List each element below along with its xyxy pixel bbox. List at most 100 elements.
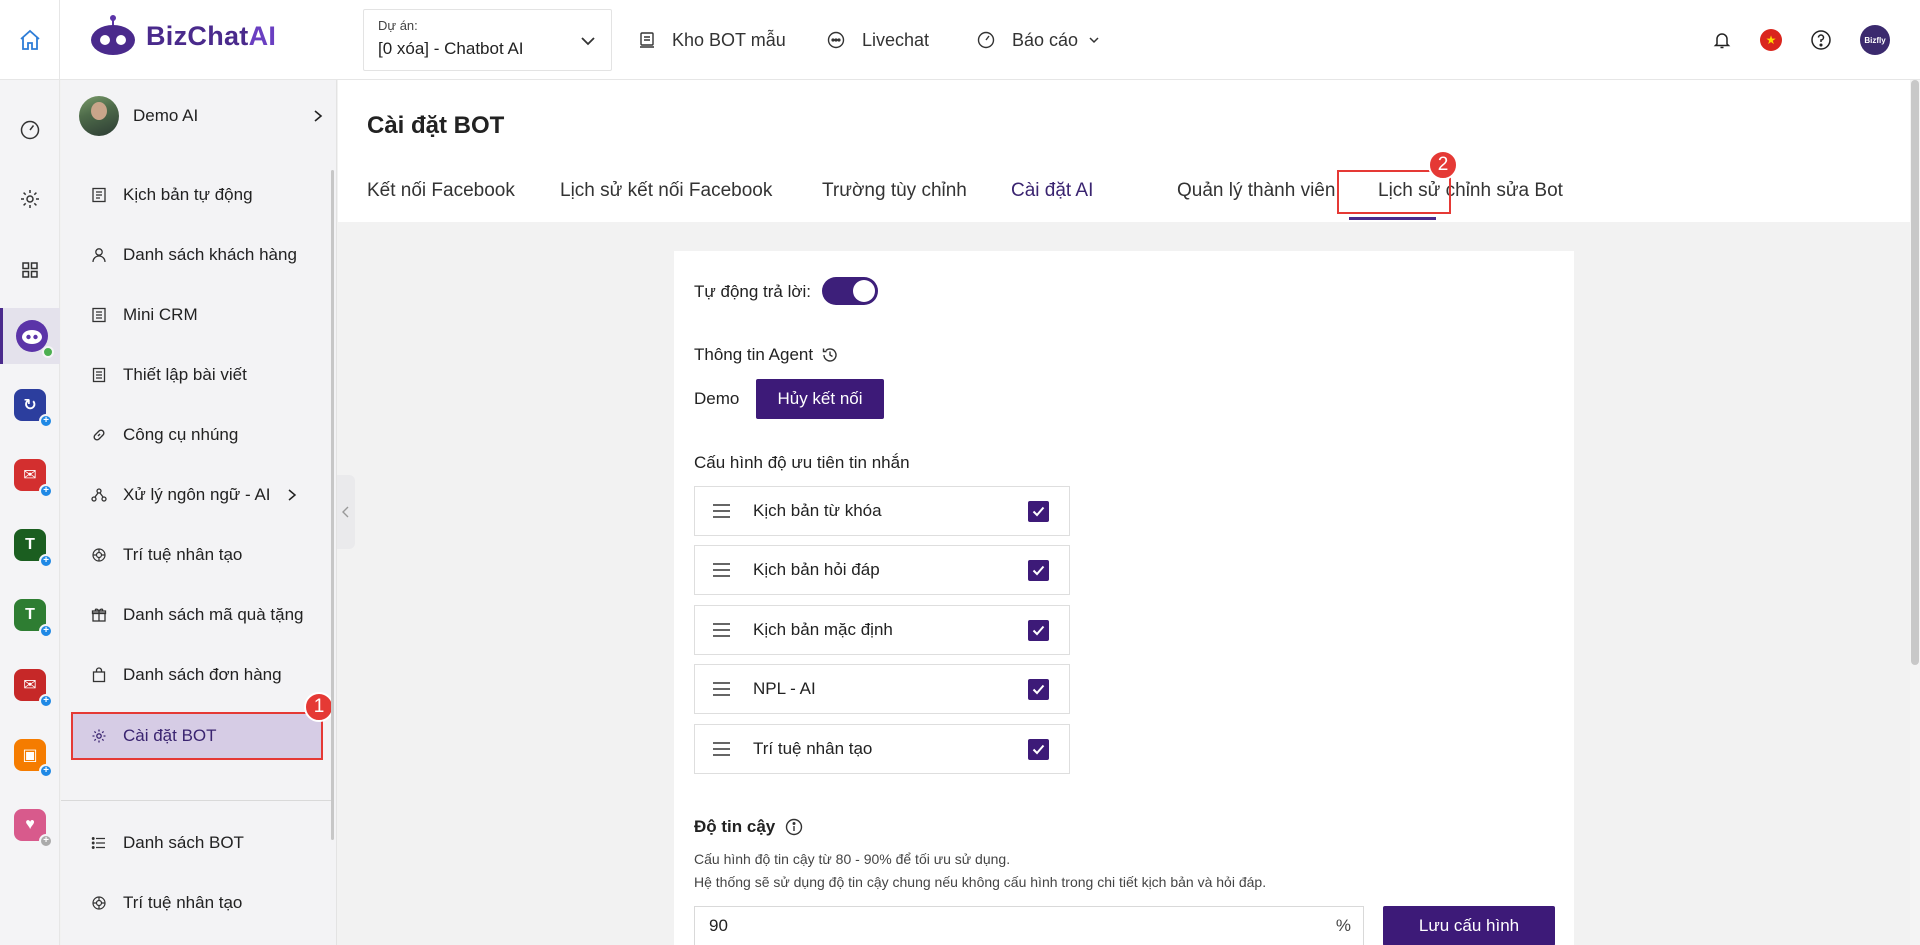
priority-label: Kịch bản từ khóa <box>753 501 882 520</box>
tab-facebook-connect[interactable]: Kết nối Facebook <box>367 180 515 202</box>
sidebar-item-label: Mini CRM <box>123 305 198 324</box>
chevron-down-icon <box>1089 37 1099 44</box>
drag-handle-icon[interactable] <box>713 682 747 696</box>
bizchat-app-icon <box>15 320 54 358</box>
bell-icon[interactable] <box>1712 30 1732 50</box>
sidebar-item-customers[interactable]: Danh sách khách hàng <box>61 231 331 279</box>
sidebar-item-auto-scripts[interactable]: Kịch bản tự động <box>61 171 331 219</box>
priority-checkbox[interactable] <box>1028 559 1049 581</box>
user-avatar <box>79 96 119 136</box>
drag-handle-icon[interactable] <box>713 742 747 756</box>
priority-item[interactable]: Kịch bản từ khóa <box>694 486 1070 536</box>
tab-facebook-history[interactable]: Lịch sử kết nối Facebook <box>560 180 772 202</box>
sidebar-item-ai-bottom[interactable]: Trí tuệ nhân tạo <box>61 879 331 927</box>
rail-app-1[interactable]: ↻ + <box>0 380 60 430</box>
priority-item[interactable]: NPL - AI <box>694 664 1070 714</box>
save-config-button[interactable]: Lưu cấu hình <box>1383 906 1555 945</box>
nav-reports[interactable]: Báo cáo <box>976 0 1100 80</box>
drag-handle-icon[interactable] <box>713 504 747 518</box>
project-value: [0 xóa] - Chatbot AI <box>378 39 524 58</box>
sidebar-item-mini-crm[interactable]: Mini CRM <box>61 291 331 339</box>
drag-handle-icon[interactable] <box>713 563 747 577</box>
checkmark-icon <box>1032 684 1045 694</box>
auto-reply-toggle[interactable] <box>822 277 878 305</box>
sidebar-item-ai[interactable]: Trí tuệ nhân tạo <box>61 531 331 579</box>
checkmark-icon <box>1032 744 1045 754</box>
agent-info-title: Thông tin Agent <box>694 345 814 364</box>
sidebar-item-label: Danh sách BOT <box>123 833 244 852</box>
scrollbar-thumb[interactable] <box>1911 80 1919 665</box>
project-selector[interactable]: Dự án: [0 xóa] - Chatbot AI <box>363 9 612 71</box>
nav-bot-templates[interactable]: Kho BOT mẫu <box>638 0 786 80</box>
tab-custom-fields[interactable]: Trường tùy chỉnh <box>822 180 967 202</box>
dashboard-icon <box>977 31 995 49</box>
page-scrollbar[interactable] <box>1910 80 1920 945</box>
ai-icon <box>92 548 106 562</box>
rail-app-7[interactable]: ♥ + <box>0 800 60 850</box>
drag-handle-icon[interactable] <box>713 623 747 637</box>
rail-app-3[interactable]: T + <box>0 520 60 570</box>
nav-livechat[interactable]: Livechat <box>826 0 929 80</box>
history-icon[interactable] <box>821 346 839 364</box>
help-icon[interactable] <box>1810 29 1832 51</box>
vietnam-flag-icon[interactable]: ★ <box>1760 29 1782 51</box>
sidebar-item-label: Trí tuệ nhân tạo <box>123 545 243 564</box>
tab-ai-settings[interactable]: Cài đặt AI <box>1011 180 1093 202</box>
rail-dashboard[interactable] <box>0 105 60 155</box>
app-icon: T + <box>14 599 53 638</box>
agent-name: Demo <box>694 389 740 408</box>
collapse-sidebar-button[interactable] <box>337 475 355 549</box>
step-badge-2: 2 <box>1428 150 1458 180</box>
priority-checkbox[interactable] <box>1028 619 1049 641</box>
confidence-heading: Độ tin cậy <box>694 817 803 837</box>
confidence-input[interactable]: 90 % <box>694 906 1364 945</box>
priority-item[interactable]: Kịch bản mặc định <box>694 605 1070 655</box>
sidebar-item-gift-codes[interactable]: Danh sách mã quà tặng <box>61 591 331 639</box>
sidebar-user[interactable]: Demo AI <box>79 94 324 138</box>
page-title: Cài đặt BOT <box>367 112 505 139</box>
app-icon: ♥ + <box>14 809 53 848</box>
chevron-left-icon <box>342 506 349 518</box>
brand-logo[interactable]: BizChatAI <box>88 14 276 58</box>
gear-icon <box>21 190 39 208</box>
confidence-title: Độ tin cậy <box>694 817 776 836</box>
chevron-right-icon <box>314 110 323 122</box>
rail-apps[interactable] <box>0 245 60 295</box>
home-button[interactable] <box>0 0 60 80</box>
priority-checkbox[interactable] <box>1028 500 1049 522</box>
sidebar-item-orders[interactable]: Danh sách đơn hàng <box>61 651 331 699</box>
nav-label: Livechat <box>862 29 930 50</box>
checkmark-icon <box>1032 625 1045 635</box>
sidebar-item-posts[interactable]: Thiết lập bài viết <box>61 351 331 399</box>
nlp-icon <box>91 488 107 502</box>
crm-icon <box>92 307 106 323</box>
sidebar-item-label: Xử lý ngôn ngữ - AI <box>123 485 271 504</box>
rail-app-2[interactable]: ✉ + <box>0 450 60 500</box>
mail-app-icon: ✉ + <box>14 459 53 498</box>
priority-item[interactable]: Trí tuệ nhân tạo <box>694 724 1070 774</box>
rail-settings[interactable] <box>0 174 60 224</box>
sidebar-item-embed-tools[interactable]: Công cụ nhúng <box>61 411 331 459</box>
rail-app-5[interactable]: ✉ + <box>0 660 60 710</box>
tab-members[interactable]: Quản lý thành viên <box>1177 180 1335 202</box>
rail-app-4[interactable]: T + <box>0 590 60 640</box>
rail-app-6[interactable]: ▣ + <box>0 730 60 780</box>
sidebar-item-bot-list[interactable]: Danh sách BOT <box>61 819 331 867</box>
dashboard-icon <box>20 120 40 140</box>
rail-bizchatai[interactable] <box>0 308 60 364</box>
account-avatar[interactable]: Bizfly <box>1860 25 1890 55</box>
nav-label: Báo cáo <box>1012 29 1079 50</box>
priority-checkbox[interactable] <box>1028 678 1049 700</box>
priority-item[interactable]: Kịch bản hỏi đáp <box>694 545 1070 595</box>
checkmark-icon <box>1032 565 1045 575</box>
sidebar-item-label: Cài đặt BOT <box>123 726 217 745</box>
sidebar-item-bot-settings[interactable]: Cài đặt BOT <box>71 712 323 760</box>
active-tab-indicator <box>1349 217 1436 220</box>
sidebar-item-nlp-ai[interactable]: Xử lý ngôn ngữ - AI <box>61 471 331 519</box>
sidebar-scrollbar[interactable] <box>331 170 334 840</box>
disconnect-button[interactable]: Hủy kết nối <box>756 379 884 419</box>
ai-icon <box>92 896 106 910</box>
brand-name: BizChatAI <box>146 20 277 51</box>
priority-checkbox[interactable] <box>1028 738 1049 760</box>
info-icon[interactable] <box>785 818 803 836</box>
